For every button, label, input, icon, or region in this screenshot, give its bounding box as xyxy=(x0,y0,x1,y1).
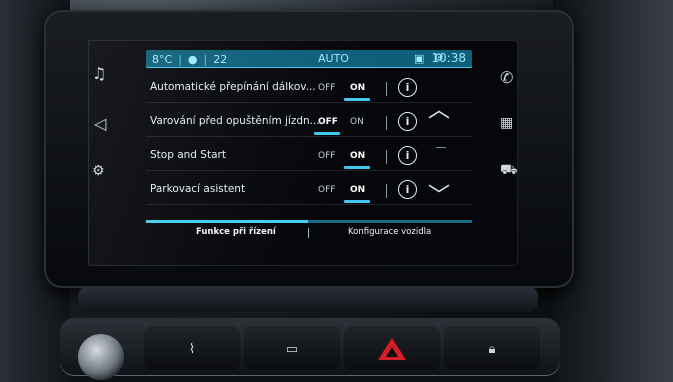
toggle-selected-indicator xyxy=(314,132,340,135)
setting-label: Parkovací asistent xyxy=(150,183,246,195)
settings-row-lane-departure: Varování před opuštěním jízdn... OFF ON … xyxy=(146,108,472,137)
volume-knob[interactable] xyxy=(78,334,124,380)
temperature-left[interactable]: 8°C xyxy=(152,53,172,66)
info-icon[interactable]: i xyxy=(398,112,417,131)
tab-underline-track xyxy=(146,220,472,223)
toggle-off[interactable]: OFF xyxy=(318,83,335,93)
status-bar: 8°C | ● | 22 AUTO ▣ ⚙ 10:38 xyxy=(146,50,472,68)
front-defrost-button[interactable]: ⌇ xyxy=(144,326,240,370)
toggle-selected-indicator xyxy=(344,166,370,169)
tab-bar: Funkce při řízení Konfigurace vozidla xyxy=(146,220,472,242)
info-icon[interactable]: i xyxy=(398,180,417,199)
lock-button[interactable]: 🔒︎ xyxy=(444,326,540,370)
toggle-on[interactable]: ON xyxy=(350,83,365,93)
chevron-up-icon[interactable]: ︿ xyxy=(428,92,450,124)
temperature-right[interactable]: 22 xyxy=(213,53,227,66)
toggle-off[interactable]: OFF xyxy=(318,117,338,127)
phone-icon[interactable]: ✆ xyxy=(500,70,513,86)
hazard-icon-inner xyxy=(386,347,398,357)
navigation-icon[interactable]: ◁ xyxy=(94,116,106,132)
apps-grid-icon[interactable]: ▦ xyxy=(500,116,513,130)
lock-icon: 🔒︎ xyxy=(488,342,496,357)
toggle-on[interactable]: ON xyxy=(350,117,364,127)
divider xyxy=(386,150,387,164)
fan-icon[interactable]: ● xyxy=(188,53,198,66)
setting-label: Stop and Start xyxy=(150,149,226,161)
toggle-selected-indicator xyxy=(344,200,370,203)
settings-list: Automatické přepínání dálkov... OFF ON i… xyxy=(146,74,472,212)
tab-separator xyxy=(308,228,309,238)
rear-defrost-button[interactable]: ▭ xyxy=(244,326,340,370)
status-separator: | xyxy=(203,52,208,66)
toggle-on[interactable]: ON xyxy=(350,185,365,195)
setting-label: Varování před opuštěním jízdn... xyxy=(150,115,320,127)
music-note-icon[interactable]: ♫ xyxy=(92,66,106,82)
screen-mode-icon[interactable]: ▣ xyxy=(414,52,424,65)
status-separator: | xyxy=(178,52,182,66)
divider xyxy=(386,184,387,198)
tab-active-indicator xyxy=(146,220,308,223)
rear-defrost-icon: ▭ xyxy=(285,342,299,357)
clock: 10:38 xyxy=(431,51,466,65)
chevron-down-icon[interactable]: ﹀ xyxy=(428,178,450,210)
climate-mode[interactable]: AUTO xyxy=(318,52,349,65)
screen-trim xyxy=(78,286,538,312)
front-defrost-icon: ⌇ xyxy=(188,342,196,357)
settings-row-stop-start: Stop and Start OFF ON i xyxy=(146,142,472,171)
tab-driving-functions[interactable]: Funkce při řízení xyxy=(196,227,276,237)
info-icon[interactable]: i xyxy=(398,78,417,97)
divider xyxy=(386,116,387,130)
car-icon[interactable]: ⛟ xyxy=(500,163,518,177)
scroll-position-indicator xyxy=(436,147,446,148)
toggle-on[interactable]: ON xyxy=(350,151,365,161)
car-settings-icon[interactable]: ⚙ xyxy=(92,164,105,178)
settings-row-park-assist: Parkovací asistent OFF ON i xyxy=(146,176,472,205)
toggle-selected-indicator xyxy=(344,98,370,101)
settings-row-auto-high-beam: Automatické přepínání dálkov... OFF ON i xyxy=(146,74,472,103)
toggle-off[interactable]: OFF xyxy=(318,185,335,195)
info-icon[interactable]: i xyxy=(398,146,417,165)
toggle-off[interactable]: OFF xyxy=(318,151,335,161)
setting-label: Automatické přepínání dálkov... xyxy=(150,81,316,93)
tab-vehicle-config[interactable]: Konfigurace vozidla xyxy=(348,227,431,237)
divider xyxy=(386,82,387,96)
